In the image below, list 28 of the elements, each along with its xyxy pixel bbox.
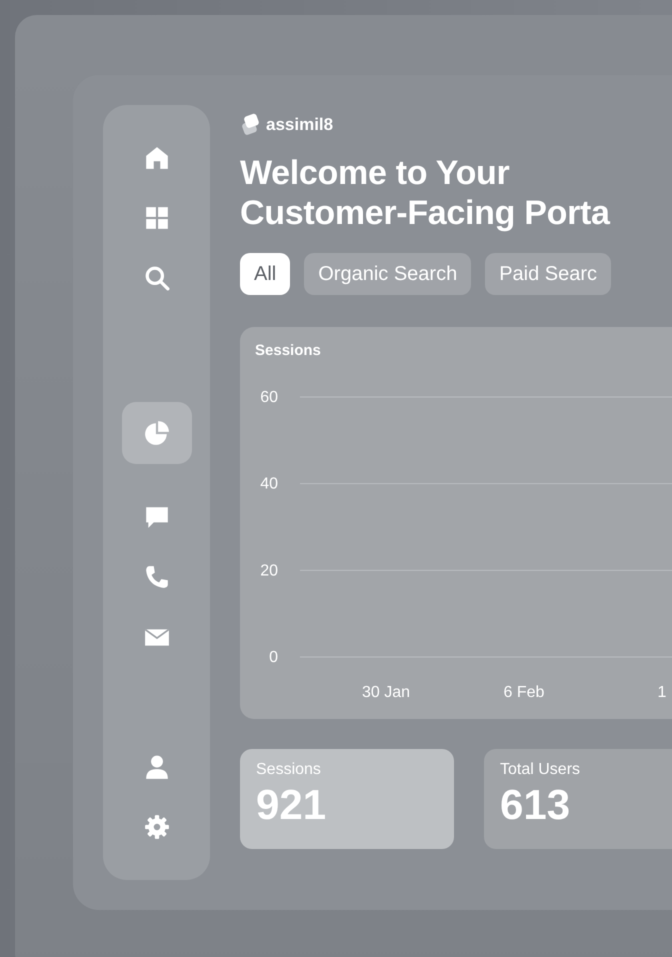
grid-icon xyxy=(144,205,170,231)
pie-chart-icon xyxy=(144,420,170,446)
y-axis-label: 40 xyxy=(260,476,278,493)
x-axis-label: 30 Jan xyxy=(362,684,410,701)
search-icon xyxy=(144,265,170,291)
stat-card[interactable]: Sessions 921 xyxy=(240,749,454,849)
filter-chip[interactable]: All xyxy=(240,253,290,295)
page-title: Welcome to Your Customer-Facing Porta xyxy=(240,153,612,233)
stat-value: 613 xyxy=(500,780,572,830)
stat-label: Total Users xyxy=(500,761,582,779)
stat-value: 921 xyxy=(256,780,328,830)
filter-chip[interactable]: Organic Search xyxy=(304,253,472,295)
filter-chip[interactable]: Paid Searc xyxy=(485,253,612,295)
x-axis-label: 1 xyxy=(658,684,666,701)
stat-label: Sessions xyxy=(256,761,322,779)
stat-card[interactable]: Total Users 613 xyxy=(484,749,672,849)
person-icon xyxy=(144,754,170,780)
brand-name: assimil8 xyxy=(266,115,334,135)
chart-title: Sessions xyxy=(255,342,321,359)
phone-icon xyxy=(144,564,170,590)
home-icon xyxy=(144,145,170,171)
y-axis-label: 0 xyxy=(269,649,278,666)
x-axis-label: 6 Feb xyxy=(504,684,544,701)
y-axis-label: 20 xyxy=(260,562,278,580)
y-axis-label: 60 xyxy=(260,389,278,406)
pie-nav-button[interactable] xyxy=(122,402,192,464)
logo-icon xyxy=(240,113,262,137)
settings-icon xyxy=(144,814,170,840)
